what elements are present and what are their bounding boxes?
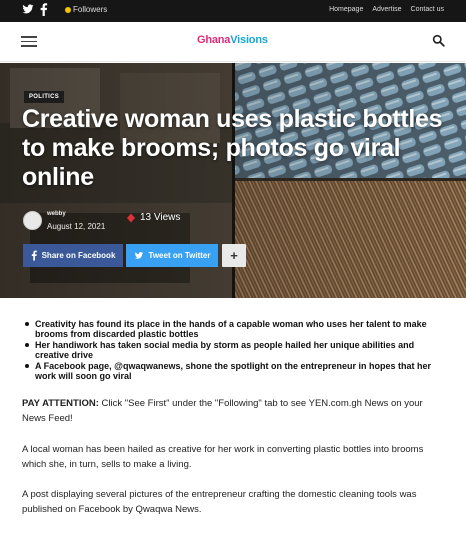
- publish-date: August 12, 2021: [47, 222, 106, 231]
- site-logo[interactable]: GhanaVisions: [197, 34, 268, 46]
- facebook-icon: [31, 250, 37, 261]
- followers-label: Followers: [73, 5, 108, 14]
- followers-counter: Followers: [65, 5, 107, 14]
- logo-part-visions: Visions: [230, 34, 268, 46]
- key-point: Her handiwork has taken social media by …: [24, 340, 444, 360]
- more-share-button[interactable]: +: [222, 244, 246, 267]
- top-bar: Followers Homepage Advertise Contact us: [0, 0, 466, 22]
- pay-attention-paragraph: PAY ATTENTION: Click "See First" under t…: [22, 396, 442, 426]
- twitter-icon: [134, 252, 143, 259]
- views-counter: 13 Views: [126, 212, 180, 223]
- key-points-list: Creativity has found its place in the ha…: [24, 319, 444, 382]
- advertise-link[interactable]: Advertise: [372, 6, 401, 13]
- article-title: Creative woman uses plastic bottles to m…: [22, 105, 443, 191]
- key-point: Creativity has found its place in the ha…: [24, 319, 444, 339]
- article-paragraph: A local woman has been hailed as creativ…: [22, 444, 424, 470]
- key-point: A Facebook page, @qwaqwanews, shone the …: [24, 361, 444, 381]
- views-count: 13 Views: [140, 212, 181, 223]
- pay-attention-label: PAY ATTENTION:: [22, 398, 99, 409]
- top-links: Homepage Advertise Contact us: [329, 6, 444, 13]
- hamburger-menu-icon[interactable]: [21, 36, 37, 47]
- tweet-button[interactable]: Tweet on Twitter: [126, 244, 218, 267]
- share-facebook-button[interactable]: Share on Facebook: [23, 244, 123, 267]
- tweet-label: Tweet on Twitter: [148, 251, 211, 260]
- article-paragraph: A post displaying several pictures of th…: [22, 489, 417, 515]
- author-avatar[interactable]: [23, 211, 42, 230]
- category-badge[interactable]: POLITICS: [24, 91, 65, 103]
- homepage-link[interactable]: Homepage: [329, 6, 363, 13]
- contact-us-link[interactable]: Contact us: [411, 6, 444, 13]
- hero-section: POLITICS Creative woman uses plastic bot…: [0, 63, 466, 298]
- logo-part-ghana: Ghana: [197, 34, 231, 46]
- author-name[interactable]: webby: [47, 211, 66, 217]
- share-facebook-label: Share on Facebook: [41, 251, 116, 260]
- flame-icon: [127, 213, 135, 222]
- search-icon[interactable]: [432, 34, 445, 47]
- twitter-icon[interactable]: [22, 3, 34, 15]
- facebook-icon[interactable]: [39, 3, 48, 16]
- followers-dot-icon: [65, 6, 71, 13]
- site-header: GhanaVisions: [0, 22, 466, 62]
